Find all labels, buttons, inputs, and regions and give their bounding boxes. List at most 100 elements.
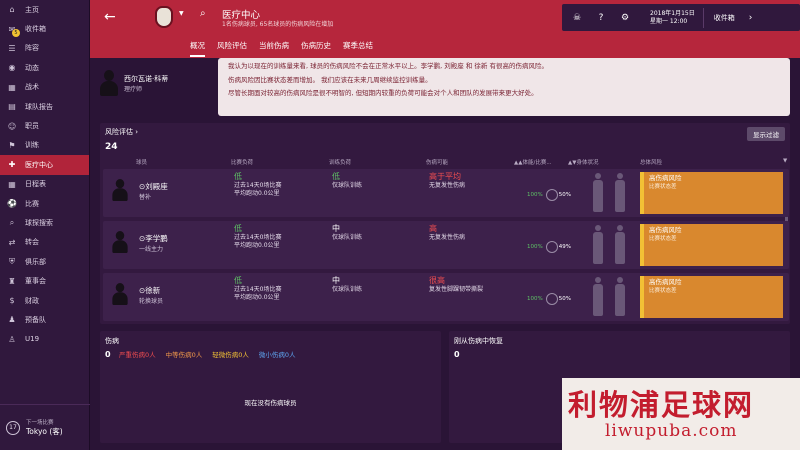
injury-chance-detail: 无复发性伤病 [429,233,466,241]
next-match-date: 17 [6,420,20,435]
player-avatar [112,282,128,306]
sidebar-item[interactable]: ♟ 预备队 [0,310,89,329]
col-header-injury-chance[interactable]: 伤病可能 [426,158,448,166]
overall-risk-badge: 高伤病风险 比赛状态差 [640,224,783,266]
sidebar-item-label: 阵容 [25,44,39,53]
overall-risk-badge: 高伤病风险 比赛状态差 [640,276,783,318]
watermark-title: 利物浦足球网 [568,388,755,422]
col-header-overall-risk[interactable]: 总体风险 [640,158,662,166]
player-name[interactable]: ⊙李学鹏 [139,233,168,244]
tab-risk-assessment[interactable]: 风险评估 [217,40,247,57]
match-load-distance: 平均跑动0.0公里 [234,190,280,197]
injuries-title: 伤病 [105,337,119,345]
continue-arrow-icon[interactable]: › [749,13,753,23]
player-name[interactable]: ⊙徐新 [139,285,160,296]
sidebar-item[interactable]: ☺ 职员 [0,116,89,135]
overall-risk-reason: 比赛状态差 [649,184,677,190]
match-load-detail: 过去14天0场比赛 [234,285,282,293]
skull-icon[interactable]: ☠ [568,9,586,27]
player-name-text[interactable]: 李学鹏 [145,234,168,243]
col-header-condition[interactable]: ▲▼身体状况 [568,158,598,166]
staff-card[interactable]: 西尔瓦诺·科蒂 理疗师 [100,70,168,96]
player-name-text[interactable]: 刘殿座 [145,182,168,191]
show-filter-button[interactable]: 显示过滤 [747,127,785,141]
match-fitness-ring-icon [545,241,558,253]
table-row[interactable]: ⊙徐新 轮换球员 低过去14天0场比赛 平均跑动0.0公里 中仅球队训练 很高 复发性脚踝韧… [103,273,789,321]
staff-icon: ☺ [7,121,17,131]
match-fitness-value: 50% [558,192,571,198]
gear-icon[interactable]: ⚙ [616,9,634,27]
training-load-value: 中 [332,224,340,233]
sort-arrow-icon[interactable]: ▼ [783,158,787,164]
back-arrow-icon[interactable]: ← [104,9,116,25]
sidebar-item[interactable]: ⚽ 比赛 [0,194,89,213]
page-subtitle: 1名伤病球员, 65名球员的伤病风险在增加 [222,21,334,28]
sidebar-item-label: 主页 [25,5,39,14]
sidebar-item[interactable]: $ 财政 [0,291,89,310]
injury-legend: 严重伤病0人 中等伤病0人 轻微伤病0人 微小伤病0人 [119,349,436,359]
match-load-value: 低 [234,276,242,285]
injury-chance-cell: 高于平均 无复发性伤病 [429,172,465,190]
top-bar: ← ▼ ⌕ 医疗中心 1名伤病球员, 65名球员的伤病风险在增加 ☠ ? ⚙ 2… [90,0,800,58]
sidebar-item[interactable]: ⚑ 训练 [0,136,89,155]
injury-chance-cell: 很高 复发性脚踝韧带撕裂 [429,276,483,294]
col-header-fitness[interactable]: ▲▲体能/比赛... [514,158,552,166]
match-load-detail: 过去14天0场比赛 [234,181,282,189]
next-match[interactable]: 17 下一场比赛 Tokyo (客) [0,404,90,450]
training-icon: ⚑ [8,140,16,150]
sidebar-item-label: 董事会 [25,277,46,286]
sidebar-item[interactable]: ♜ 董事会 [0,271,89,290]
training-load-detail: 仅球队训练 [332,233,363,241]
finance-icon: $ [9,296,15,306]
club-crest-icon[interactable] [155,6,173,28]
fitness-cell: 100% 50% [527,293,571,305]
sidebar-item[interactable]: ⇄ 转会 [0,233,89,252]
col-header-player[interactable]: 球员 [136,158,147,166]
date-line-2: 星期一 12:00 [650,17,688,25]
sidebar-item[interactable]: ☰ 阵容 [0,39,89,58]
sidebar-item-label: 预备队 [25,315,46,324]
table-row[interactable]: ⊙李学鹏 一线主力 低过去14天0场比赛 平均跑动0.0公里 中仅球队训练 高无复发性伤病… [103,221,789,269]
sidebar-item[interactable]: ◉ 动态 [0,58,89,77]
sidebar-item[interactable]: ▦ 日程表 [0,175,89,194]
injury-chance-value: 高于平均 [429,172,461,181]
tab-overview[interactable]: 概况 [190,40,205,57]
sidebar-item[interactable]: ♙ U19 [0,330,89,349]
match-load-cell: 低过去14天0场比赛 平均跑动0.0公里 [234,172,282,199]
fitness-cell: 100% 50% [527,189,571,201]
legend-minor: 轻微伤病0人 [212,351,249,359]
body-back-icon [613,173,627,213]
legend-severe: 严重伤病0人 [119,351,156,359]
tab-season-summary[interactable]: 赛季总结 [343,40,373,57]
calendar-icon: ▦ [8,179,16,189]
sidebar-item[interactable]: ⌂ 主页 [0,0,89,19]
sidebar-item[interactable]: ⌕ 球探搜索 [0,213,89,232]
player-name-text[interactable]: 徐新 [145,286,160,295]
chevron-down-icon[interactable]: ▼ [179,10,184,17]
sidebar-item[interactable]: ▦ 战术 [0,78,89,97]
help-icon[interactable]: ? [592,9,610,27]
sidebar-item[interactable]: ⛨ 俱乐部 [0,252,89,271]
status-bar: ☠ ? ⚙ 2018年1月15日 星期一 12:00 收件箱 › [562,4,800,31]
sidebar-item-label: 战术 [25,83,39,92]
inbox-badge: 5 [12,29,20,37]
home-icon: ⌂ [9,5,15,15]
player-name[interactable]: ⊙刘殿座 [139,181,168,192]
inbox-button[interactable]: 收件箱 [714,13,735,23]
risk-title[interactable]: 风险评估 › [105,127,138,137]
staff-name[interactable]: 西尔瓦诺·科蒂 [124,74,168,84]
tab-injury-history[interactable]: 伤病历史 [301,40,331,57]
player-role: 一线主力 [139,246,164,253]
tab-current-injuries[interactable]: 当前伤病 [259,40,289,57]
sidebar-item-label: 动态 [25,63,39,72]
overall-risk-value: 高伤病风险 [649,226,682,234]
sidebar-item[interactable]: ✚ 医疗中心 [0,155,89,175]
col-header-training-load[interactable]: 训练负荷 [329,158,351,166]
col-header-match-load[interactable]: 比赛负荷 [231,158,253,166]
sidebar-item[interactable]: ▤ 球队报告 [0,97,89,116]
match-load-cell: 低过去14天0场比赛 平均跑动0.0公里 [234,224,281,251]
match-load-cell: 低过去14天0场比赛 平均跑动0.0公里 [234,276,282,303]
search-icon[interactable]: ⌕ [200,8,206,19]
sidebar-item-label: 训练 [25,141,39,150]
table-row[interactable]: ⊙刘殿座 替补低过去14天0场比赛 平均跑动0.0公里低仅球队训练 高于平均 无复发性伤… [103,169,789,217]
